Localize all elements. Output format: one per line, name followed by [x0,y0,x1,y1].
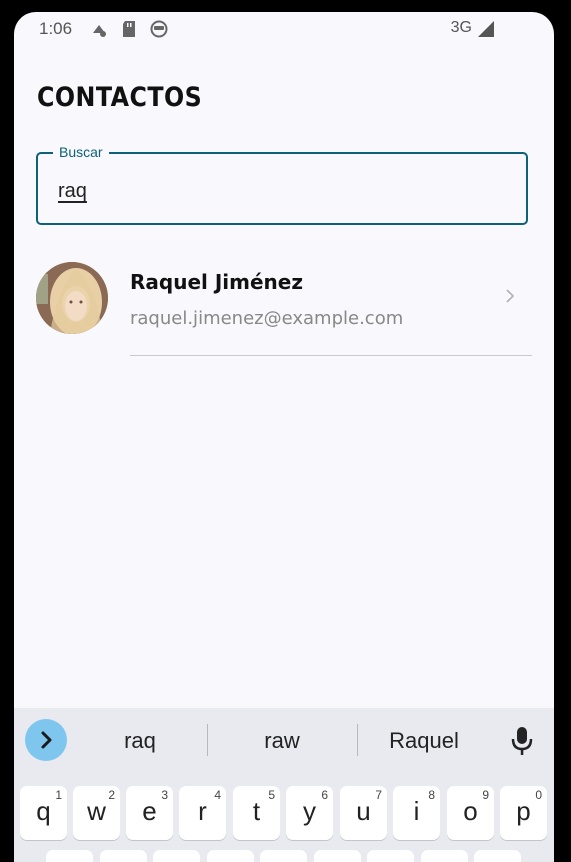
key-r[interactable]: 4r [179,786,226,840]
key-row2[interactable] [46,850,93,862]
search-label: Buscar [53,144,109,160]
contact-name: Raquel Jiménez [130,270,303,294]
search-value[interactable]: raq [58,180,87,203]
key-row2[interactable] [367,850,414,862]
key-e[interactable]: 3e [126,786,173,840]
key-o[interactable]: 9o [447,786,494,840]
page-title: CONTACTOS [37,82,203,113]
key-row2[interactable] [207,850,254,862]
keyboard: raq raw Raquel 1q 2w 3e 4r 5t 6y 7u 8i 9… [14,708,554,862]
android-icon [150,20,168,42]
app-screen: 1:06 3G CONTACTOS Buscar raq Raquel Jimé… [14,12,554,862]
suggestion-divider [357,724,358,756]
key-row2[interactable] [314,850,361,862]
key-row2[interactable] [100,850,147,862]
key-row2[interactable] [421,850,468,862]
suggestion-raquel[interactable]: Raquel [379,728,469,754]
list-item[interactable]: Raquel Jiménez raquel.jimenez@example.co… [14,257,554,357]
key-row2[interactable] [260,850,307,862]
key-y[interactable]: 6y [286,786,333,840]
suggestion-raq[interactable]: raq [100,728,180,754]
key-q[interactable]: 1q [20,786,67,840]
key-u[interactable]: 7u [340,786,387,840]
avatar [36,262,108,334]
key-row2[interactable] [474,850,521,862]
chevron-right-icon [504,287,516,309]
microphone-icon[interactable] [511,726,533,760]
key-w[interactable]: 2w [73,786,120,840]
search-input[interactable]: Buscar raq [36,144,528,225]
divider [130,355,532,356]
signal-icon [477,20,495,42]
key-i[interactable]: 8i [393,786,440,840]
status-time: 1:06 [39,19,73,38]
network-type: 3G [450,19,472,36]
wifi-off-icon [90,20,108,42]
key-row2[interactable] [153,850,200,862]
key-p[interactable]: 0p [500,786,547,840]
status-bar: 1:06 3G [14,12,554,46]
suggestion-raw[interactable]: raw [242,728,322,754]
sd-card-icon [122,20,136,42]
suggestion-divider [207,724,208,756]
key-t[interactable]: 5t [233,786,280,840]
keyboard-expand-button[interactable] [25,719,67,761]
contact-email: raquel.jimenez@example.com [130,308,404,329]
